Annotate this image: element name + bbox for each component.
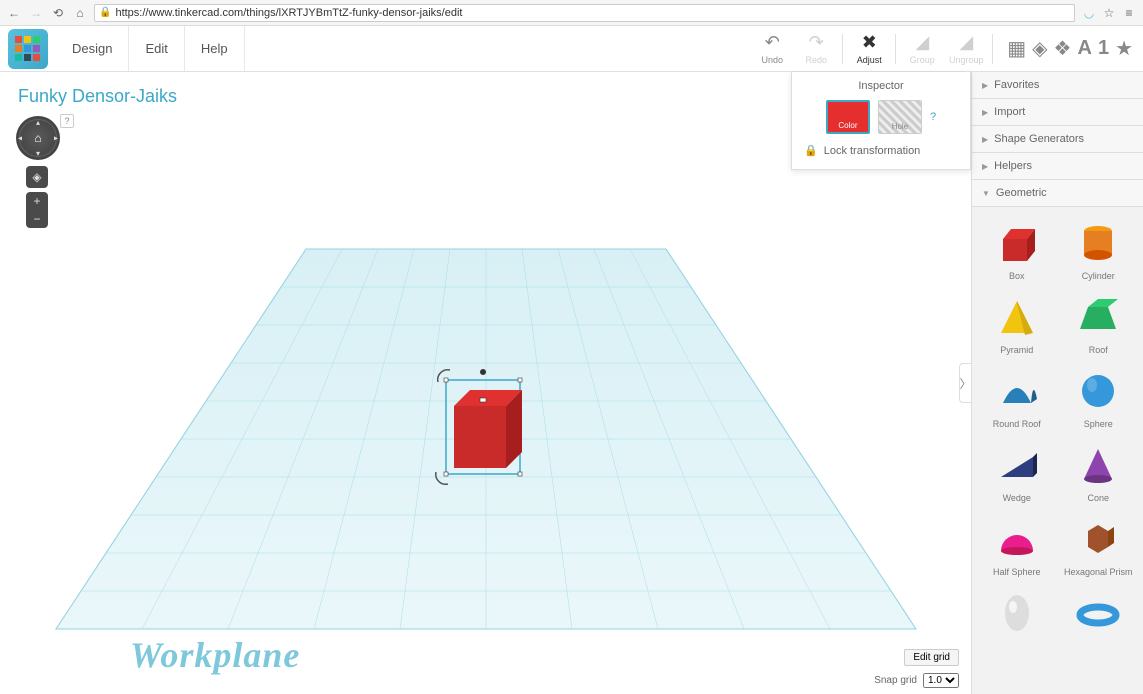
- forward-button[interactable]: →: [28, 5, 44, 21]
- inspector-title: Inspector: [804, 80, 958, 92]
- workplane-tool-icon[interactable]: ▦: [1007, 36, 1026, 61]
- redo-button[interactable]: ↷Redo: [794, 26, 838, 72]
- inspector-lock[interactable]: 🔒 Lock transformation: [804, 144, 958, 157]
- view-reset[interactable]: ◈: [26, 166, 48, 188]
- shape-round-roof[interactable]: Round Roof: [978, 363, 1056, 433]
- right-tools: ▦ ◈ ❖ A 1 ★: [997, 36, 1143, 61]
- url-bar[interactable]: 🔒 https://www.tinkercad.com/things/lXRTJ…: [94, 4, 1075, 22]
- ungroup-button[interactable]: ◢Ungroup: [944, 26, 988, 72]
- orbit-left-icon[interactable]: ◂: [18, 134, 22, 143]
- selected-shape-box[interactable]: [446, 372, 518, 472]
- lib-section-import[interactable]: ▶Import: [972, 99, 1143, 126]
- redo-icon: ↷: [809, 33, 824, 53]
- shape-roof[interactable]: Roof: [1060, 289, 1138, 359]
- shape-box[interactable]: Box: [978, 215, 1056, 285]
- cube-tool-icon[interactable]: ◈: [1032, 36, 1047, 61]
- canvas-area[interactable]: Funky Densor-Jaiks ? ▴ ▾ ◂ ▸ ⌂ ◈ + −: [0, 72, 971, 694]
- shapes-tool-icon[interactable]: ❖: [1054, 36, 1072, 61]
- number-tool-icon[interactable]: 1: [1098, 37, 1109, 60]
- ungroup-icon: ◢: [959, 33, 973, 53]
- bookmark-icon[interactable]: ☆: [1101, 5, 1117, 21]
- library-collapse-handle[interactable]: 〉: [959, 363, 971, 403]
- chevron-right-icon: ▶: [982, 162, 988, 171]
- undo-button[interactable]: ↶Undo: [750, 26, 794, 72]
- view-orbit[interactable]: ▴ ▾ ◂ ▸ ⌂: [16, 116, 60, 160]
- star-tool-icon[interactable]: ★: [1115, 36, 1133, 61]
- project-title[interactable]: Funky Densor-Jaiks: [18, 86, 177, 107]
- shape-hexagonal-prism[interactable]: Hexagonal Prism: [1060, 511, 1138, 581]
- zoom-in[interactable]: +: [26, 192, 48, 210]
- chevron-right-icon: ▶: [982, 135, 988, 144]
- inspector-color-swatch[interactable]: Color: [826, 100, 870, 134]
- lib-section-favorites[interactable]: ▶Favorites: [972, 72, 1143, 99]
- title-help[interactable]: ?: [60, 114, 74, 128]
- adjust-icon: ✖: [862, 33, 877, 53]
- group-button[interactable]: ◢Group: [900, 26, 944, 72]
- url-text: https://www.tinkercad.com/things/lXRTJYB…: [115, 7, 462, 19]
- menu-edit[interactable]: Edit: [129, 26, 184, 71]
- extension-icon[interactable]: ◡: [1081, 5, 1097, 21]
- lock-icon: 🔒: [99, 7, 111, 18]
- shape-half-sphere[interactable]: Half Sphere: [978, 511, 1056, 581]
- workplane-label: Workplane: [130, 634, 300, 676]
- back-button[interactable]: ←: [6, 5, 22, 21]
- browser-chrome: ← → ⟲ ⌂ 🔒 https://www.tinkercad.com/thin…: [0, 0, 1143, 26]
- undo-icon: ↶: [765, 33, 780, 53]
- orbit-down-icon[interactable]: ▾: [36, 149, 40, 158]
- menu-help[interactable]: Help: [185, 26, 245, 71]
- app-toolbar: Design Edit Help ↶Undo ↷Redo ✖Adjust ◢Gr…: [0, 26, 1143, 72]
- shape-library: ▶Favorites ▶Import ▶Shape Generators ▶He…: [971, 72, 1143, 694]
- snap-grid-select[interactable]: 1.0: [923, 673, 959, 688]
- lib-section-helpers[interactable]: ▶Helpers: [972, 153, 1143, 180]
- inspector-panel: Inspector Color Hole ? 🔒 Lock transforma…: [791, 72, 971, 170]
- shape-sphere[interactable]: Sphere: [1060, 363, 1138, 433]
- orbit-up-icon[interactable]: ▴: [36, 118, 40, 127]
- shape-cone[interactable]: Cone: [1060, 437, 1138, 507]
- shape-cylinder[interactable]: Cylinder: [1060, 215, 1138, 285]
- menu-icon[interactable]: ≡: [1121, 5, 1137, 21]
- group-icon: ◢: [915, 33, 929, 53]
- app-logo[interactable]: [8, 29, 48, 69]
- orbit-right-icon[interactable]: ▸: [54, 134, 58, 143]
- snap-grid-label: Snap grid: [874, 675, 917, 686]
- inspector-hole-swatch[interactable]: Hole: [878, 100, 922, 134]
- shape-wedge[interactable]: Wedge: [978, 437, 1056, 507]
- lib-section-geometric[interactable]: ▼Geometric: [972, 180, 1143, 207]
- adjust-button[interactable]: ✖Adjust: [847, 26, 891, 72]
- text-tool-icon[interactable]: A: [1077, 37, 1091, 60]
- chevron-right-icon: ▶: [982, 81, 988, 90]
- shape-pyramid[interactable]: Pyramid: [978, 289, 1056, 359]
- reload-button[interactable]: ⟲: [50, 5, 66, 21]
- chevron-right-icon: ▶: [982, 108, 988, 117]
- inspector-help[interactable]: ?: [930, 111, 936, 123]
- chevron-down-icon: ▼: [982, 189, 990, 198]
- edit-grid-button[interactable]: Edit grid: [904, 649, 959, 666]
- lib-section-generators[interactable]: ▶Shape Generators: [972, 126, 1143, 153]
- snap-grid-row: Snap grid 1.0: [874, 673, 959, 688]
- lock-icon: 🔒: [804, 144, 818, 157]
- shape-paraboloid[interactable]: [978, 585, 1056, 645]
- home-button[interactable]: ⌂: [72, 5, 88, 21]
- menu-design[interactable]: Design: [56, 26, 129, 71]
- shape-torus[interactable]: [1060, 585, 1138, 645]
